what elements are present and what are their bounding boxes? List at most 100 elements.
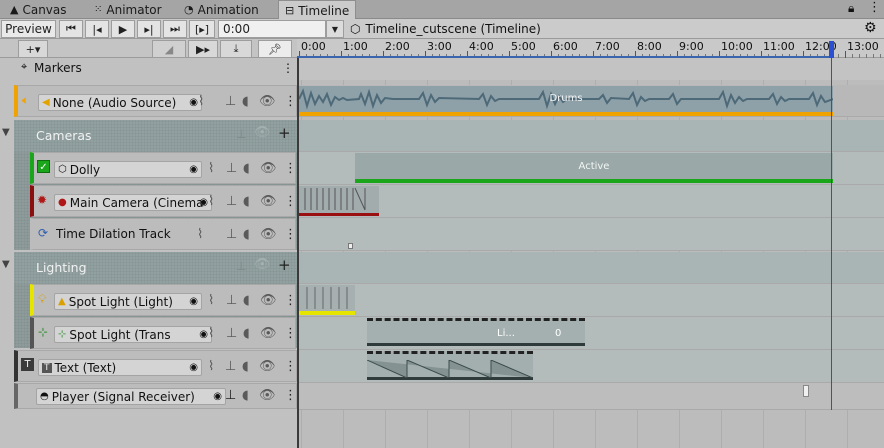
- checkbox-icon[interactable]: ✓: [37, 160, 50, 173]
- visibility-icon[interactable]: 👁︎: [260, 194, 277, 209]
- signal-marker[interactable]: [803, 385, 809, 397]
- lock-icon[interactable]: ⊥: [225, 94, 236, 109]
- track-header-spot-light[interactable]: 💡︎ ▲ Spot Light (Light) ◉ ⌇ ⊥ ◖ 👁︎ ⋮: [30, 284, 297, 316]
- object-picker-icon[interactable]: ◉: [189, 164, 198, 175]
- lock-icon[interactable]: ⊥: [226, 194, 237, 209]
- track-menu-icon[interactable]: ⋮: [284, 388, 297, 403]
- snap-button[interactable]: ⤓: [220, 40, 252, 58]
- cameras-group-header[interactable]: ▼ Cameras ⊥ 👁︎ +: [2, 120, 297, 152]
- track-header-audio[interactable]: 🔈︎ ◀ None (Audio Source) ◉ ⌇ ⊥ ◖ 👁︎ ⋮: [14, 85, 297, 117]
- group-lock-icon[interactable]: ⊥: [236, 127, 246, 141]
- mute-icon[interactable]: ◖: [243, 194, 250, 209]
- curves-icon[interactable]: ⌇: [208, 359, 214, 374]
- dolly-track-binding[interactable]: ⬡ Dolly ◉: [54, 161, 202, 178]
- track-header-signal[interactable]: ◓ Player (Signal Receiver) ◉ ⊥ ◖ 👁︎ ⋮: [14, 383, 297, 409]
- lock-icon[interactable]: ⊥: [226, 161, 237, 176]
- track-menu-icon[interactable]: ⋮: [284, 194, 297, 209]
- lock-icon[interactable]: ⊥: [225, 388, 236, 403]
- curves-icon[interactable]: ⌇: [208, 194, 214, 209]
- marker-toggle-button[interactable]: 📌︎: [258, 40, 292, 58]
- mute-icon[interactable]: ◖: [243, 326, 250, 341]
- track-menu-icon[interactable]: ⋮: [284, 326, 297, 341]
- main-camera-track-binding[interactable]: ● Main Camera (Cinema ◉: [54, 194, 212, 211]
- goto-start-button[interactable]: ⏮: [59, 20, 83, 38]
- current-time-field[interactable]: 0:00: [218, 20, 326, 38]
- object-picker-icon[interactable]: ◉: [213, 391, 222, 402]
- mute-icon[interactable]: ◖: [242, 94, 249, 109]
- track-header-spot-light-transform[interactable]: ⊹ ⊹ Spot Light (Trans ◉ ⌇ ⊥ ◖ 👁︎ ⋮: [30, 317, 297, 349]
- visibility-icon[interactable]: 👁︎: [260, 161, 277, 176]
- track-menu-icon[interactable]: ⋮: [284, 161, 297, 176]
- light-clip[interactable]: [299, 285, 355, 315]
- next-frame-button[interactable]: ▸|: [137, 20, 161, 38]
- lock-icon[interactable]: ⊥: [225, 359, 236, 374]
- object-picker-icon[interactable]: ◉: [189, 362, 198, 373]
- audio-track-binding[interactable]: ◀ None (Audio Source) ◉: [38, 94, 202, 111]
- mixer-toggle-button[interactable]: ◢: [152, 40, 186, 58]
- timeline-asset-selector[interactable]: ⬡ Timeline_cutscene (Timeline): [350, 20, 541, 38]
- prev-frame-button[interactable]: |◂: [85, 20, 109, 38]
- markers-menu-icon[interactable]: ⋮: [282, 61, 294, 75]
- cameras-collapse-icon[interactable]: ▼: [2, 127, 10, 138]
- tab-animation[interactable]: ◔ Animation: [178, 0, 265, 19]
- audio-clip[interactable]: Drums: [299, 86, 833, 116]
- curves-icon[interactable]: ⌇: [198, 94, 204, 109]
- lock-icon[interactable]: 🔒︎: [848, 1, 854, 16]
- track-header-time-dilation[interactable]: ⟳ Time Dilation Track ⌇ ⊥ ◖ 👁︎ ⋮: [30, 218, 297, 250]
- text-track-binding[interactable]: T Text (Text) ◉: [38, 359, 202, 376]
- object-picker-icon[interactable]: ◉: [199, 197, 208, 208]
- group-lock-icon[interactable]: ⊥: [236, 259, 246, 273]
- curves-icon[interactable]: ⌇: [208, 293, 214, 308]
- text-clip[interactable]: [367, 351, 533, 380]
- transform-clip[interactable]: Li... 0: [367, 318, 585, 346]
- visibility-icon[interactable]: 👁︎: [259, 94, 276, 109]
- gear-icon[interactable]: ⚙: [864, 20, 877, 36]
- visibility-icon[interactable]: 👁︎: [260, 293, 277, 308]
- activation-clip[interactable]: Active: [355, 153, 833, 183]
- track-header-main-camera[interactable]: ✹ ● Main Camera (Cinema ◉ ⌇ ⊥ ◖ 👁︎ ⋮: [30, 185, 297, 217]
- playhead-handle[interactable]: [829, 41, 834, 58]
- time-format-dropdown[interactable]: ▼: [326, 20, 344, 38]
- lock-icon[interactable]: ⊥: [226, 227, 237, 242]
- mute-icon[interactable]: ◖: [243, 161, 250, 176]
- tab-timeline[interactable]: ⊟ Timeline: [278, 0, 357, 20]
- timeline-clip-area[interactable]: Drums Active Li... 0: [297, 58, 884, 448]
- play-button[interactable]: ▶: [111, 20, 135, 38]
- mute-icon[interactable]: ◖: [243, 293, 250, 308]
- group-add-icon[interactable]: +: [278, 124, 291, 142]
- curves-icon[interactable]: ⌇: [208, 161, 214, 176]
- spot-light-track-binding[interactable]: ▲ Spot Light (Light) ◉: [54, 293, 202, 310]
- lighting-group-header[interactable]: ▼ Lighting ⊥ 👁︎ +: [2, 252, 297, 284]
- track-menu-icon[interactable]: ⋮: [284, 94, 297, 109]
- time-dilation-marker[interactable]: [348, 243, 353, 249]
- visibility-icon[interactable]: 👁︎: [260, 326, 277, 341]
- window-menu-icon[interactable]: ⋮: [868, 0, 881, 15]
- goto-end-button[interactable]: ⏭: [163, 20, 187, 38]
- play-range-button[interactable]: [▸]: [189, 20, 215, 38]
- lighting-collapse-icon[interactable]: ▼: [2, 259, 10, 270]
- group-visibility-icon[interactable]: 👁︎: [254, 125, 271, 140]
- visibility-icon[interactable]: 👁︎: [259, 359, 276, 374]
- track-header-dolly[interactable]: ✓ ⬡ Dolly ◉ ⌇ ⊥ ◖ 👁︎ ⋮: [30, 152, 297, 184]
- cinemachine-clip[interactable]: [299, 186, 379, 216]
- mute-icon[interactable]: ◖: [242, 359, 249, 374]
- visibility-icon[interactable]: 👁︎: [260, 227, 277, 242]
- track-header-text[interactable]: T T Text (Text) ◉ ⌇ ⊥ ◖ 👁︎ ⋮: [14, 350, 297, 382]
- group-add-icon[interactable]: +: [278, 256, 291, 274]
- spot-light-transform-binding[interactable]: ⊹ Spot Light (Trans ◉: [54, 326, 212, 343]
- visibility-icon[interactable]: 👁︎: [259, 388, 276, 403]
- object-picker-icon[interactable]: ◉: [189, 97, 198, 108]
- mute-icon[interactable]: ◖: [243, 227, 250, 242]
- curves-icon[interactable]: ⌇: [208, 326, 214, 341]
- group-visibility-icon[interactable]: 👁︎: [254, 257, 271, 272]
- track-menu-icon[interactable]: ⋮: [284, 359, 297, 374]
- mute-icon[interactable]: ◖: [242, 388, 249, 403]
- object-picker-icon[interactable]: ◉: [189, 296, 198, 307]
- curves-icon[interactable]: ⌇: [197, 227, 203, 242]
- track-menu-icon[interactable]: ⋮: [284, 227, 297, 242]
- ripple-button[interactable]: ▶▸: [188, 40, 218, 58]
- signal-track-binding[interactable]: ◓ Player (Signal Receiver) ◉: [36, 388, 226, 405]
- lock-icon[interactable]: ⊥: [226, 326, 237, 341]
- track-menu-icon[interactable]: ⋮: [284, 293, 297, 308]
- tab-animator[interactable]: ⁙ Animator: [88, 0, 168, 19]
